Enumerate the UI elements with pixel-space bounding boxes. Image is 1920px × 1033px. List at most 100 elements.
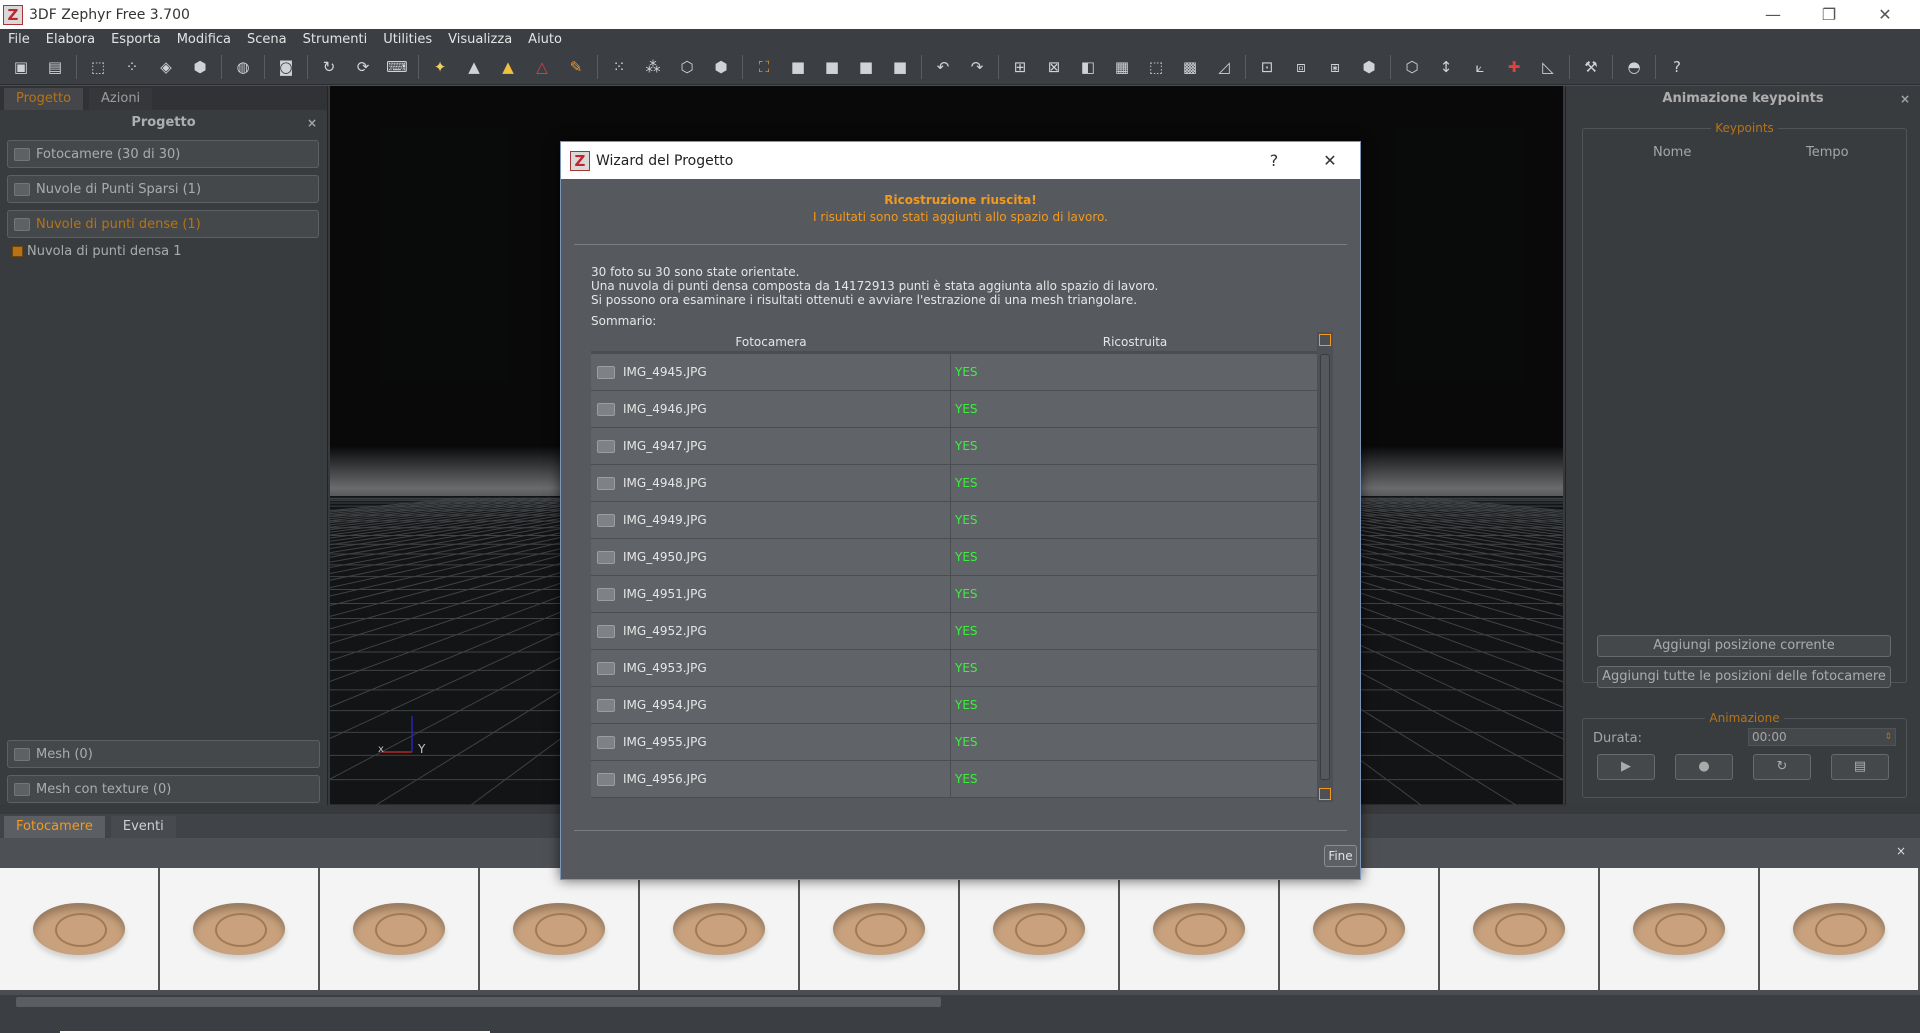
minimize-button[interactable]: — xyxy=(1750,0,1796,29)
select-points-icon[interactable]: ⁘ xyxy=(119,54,145,80)
points-icon[interactable]: ⁙ xyxy=(606,54,632,80)
tab-fotocamere[interactable]: Fotocamere xyxy=(4,816,105,838)
menu-esporta[interactable]: Esporta xyxy=(103,32,169,47)
mesh-icon[interactable]: ⬡ xyxy=(674,54,700,80)
triangle-red-icon[interactable]: △ xyxy=(529,54,555,80)
maximize-button[interactable]: ❐ xyxy=(1806,0,1852,29)
dialog-help-button[interactable]: ? xyxy=(1254,142,1294,179)
sel-area-icon[interactable]: ⬚ xyxy=(1143,54,1169,80)
camera-thumbnail[interactable] xyxy=(160,868,320,990)
close-window-button[interactable]: ✕ xyxy=(1862,0,1908,29)
col-camera[interactable]: Fotocamera xyxy=(591,332,951,351)
table-row[interactable]: IMG_4956.JPG YES xyxy=(591,761,1319,798)
table-scrollbar[interactable] xyxy=(1317,332,1333,802)
table-row[interactable]: IMG_4950.JPG YES xyxy=(591,539,1319,576)
table-row[interactable]: IMG_4953.JPG YES xyxy=(591,650,1319,687)
gizmo-icon[interactable]: ⟀ xyxy=(1467,54,1493,80)
menu-strumenti[interactable]: Strumenti xyxy=(295,32,376,47)
tool-c-icon[interactable]: ⧆ xyxy=(1322,54,1348,80)
camera-thumbnail[interactable] xyxy=(480,868,640,990)
camera-thumbnail[interactable] xyxy=(0,868,160,990)
menu-utilities[interactable]: Utilities xyxy=(375,32,440,47)
ruler-icon[interactable]: ◺ xyxy=(1535,54,1561,80)
new-project-icon[interactable]: ▣ xyxy=(8,54,34,80)
mesh-alt-icon[interactable]: ⬢ xyxy=(708,54,734,80)
camera-thumbnail[interactable] xyxy=(1120,868,1280,990)
scrollbar-thumb[interactable] xyxy=(1320,354,1330,780)
sel-rgb-icon[interactable]: ▦ xyxy=(1109,54,1135,80)
tool-b-icon[interactable]: ⧈ xyxy=(1288,54,1314,80)
rotate-icon[interactable]: ↻ xyxy=(316,54,342,80)
menu-file[interactable]: File xyxy=(0,32,38,47)
camera-thumbnail[interactable] xyxy=(1760,868,1920,990)
sel-remove-icon[interactable]: ⊠ xyxy=(1041,54,1067,80)
view-side-icon[interactable]: ■ xyxy=(819,54,845,80)
sel-add-icon[interactable]: ⊞ xyxy=(1007,54,1033,80)
table-row[interactable]: IMG_4947.JPG YES xyxy=(591,428,1319,465)
table-row[interactable]: IMG_4948.JPG YES xyxy=(591,465,1319,502)
scroll-up-icon[interactable] xyxy=(1319,334,1331,346)
help-icon[interactable]: ? xyxy=(1664,54,1690,80)
camera-icon xyxy=(597,735,615,749)
cube-solid-icon[interactable]: ⬢ xyxy=(187,54,213,80)
camera-thumbnail[interactable] xyxy=(320,868,480,990)
table-row[interactable]: IMG_4946.JPG YES xyxy=(591,391,1319,428)
sparse-cloud-icon[interactable]: ◍ xyxy=(230,54,256,80)
points-alt-icon[interactable]: ⁂ xyxy=(640,54,666,80)
col-reconstructed[interactable]: Ricostruita xyxy=(951,332,1319,351)
table-row[interactable]: IMG_4952.JPG YES xyxy=(591,613,1319,650)
thumbnail-scrollbar[interactable] xyxy=(0,995,1920,1009)
orbit-icon[interactable]: ⟳ xyxy=(350,54,376,80)
table-row[interactable]: IMG_4949.JPG YES xyxy=(591,502,1319,539)
menu-scena[interactable]: Scena xyxy=(239,32,295,47)
camera-thumbnail[interactable] xyxy=(960,868,1120,990)
camera-thumbnail[interactable] xyxy=(800,868,960,990)
sel-grid-icon[interactable]: ▩ xyxy=(1177,54,1203,80)
light-icon[interactable]: ✦ xyxy=(427,54,453,80)
scroll-down-icon[interactable] xyxy=(1319,788,1331,800)
cube-wire-icon[interactable]: ◈ xyxy=(153,54,179,80)
scrollbar-thumb[interactable] xyxy=(16,997,941,1007)
camera-thumbnail[interactable] xyxy=(640,868,800,990)
select-rect-icon[interactable]: ⬚ xyxy=(85,54,111,80)
wrench-icon[interactable]: ⚒ xyxy=(1578,54,1604,80)
mask-icon[interactable]: ◓ xyxy=(1621,54,1647,80)
table-row[interactable]: IMG_4954.JPG YES xyxy=(591,687,1319,724)
sel-invert-icon[interactable]: ◧ xyxy=(1075,54,1101,80)
brush-icon[interactable]: ✎ xyxy=(563,54,589,80)
axis-icon[interactable]: ↕ xyxy=(1433,54,1459,80)
undo-icon[interactable]: ↶ xyxy=(930,54,956,80)
view-iso-icon[interactable]: ■ xyxy=(887,54,913,80)
sel-poly-icon[interactable]: ◿ xyxy=(1211,54,1237,80)
camera-thumbnail[interactable] xyxy=(1280,868,1440,990)
redo-icon[interactable]: ↷ xyxy=(964,54,990,80)
bbox-icon[interactable]: ⛶ xyxy=(751,54,777,80)
camera-name: IMG_4952.JPG xyxy=(623,624,707,638)
gizmo-color-icon[interactable]: ✚ xyxy=(1501,54,1527,80)
table-row[interactable]: IMG_4955.JPG YES xyxy=(591,724,1319,761)
tool-d-icon[interactable]: ⬢ xyxy=(1356,54,1382,80)
menu-visualizza[interactable]: Visualizza xyxy=(440,32,520,47)
camera-name: IMG_4954.JPG xyxy=(623,698,707,712)
menu-aiuto[interactable]: Aiuto xyxy=(520,32,570,47)
camera-icon[interactable]: ◙ xyxy=(273,54,299,80)
camera-thumbnail[interactable] xyxy=(1440,868,1600,990)
close-icon[interactable]: × xyxy=(1896,844,1906,858)
triangle-icon[interactable]: ▲ xyxy=(461,54,487,80)
camera-thumbnail[interactable] xyxy=(1600,868,1760,990)
view-front-icon[interactable]: ■ xyxy=(785,54,811,80)
menu-modifica[interactable]: Modifica xyxy=(169,32,239,47)
tab-eventi[interactable]: Eventi xyxy=(110,816,176,838)
dialog-close-button[interactable]: ✕ xyxy=(1310,142,1350,179)
window-title: 3DF Zephyr Free 3.700 xyxy=(29,6,190,23)
tool-e-icon[interactable]: ⬡ xyxy=(1399,54,1425,80)
table-row[interactable]: IMG_4945.JPG YES xyxy=(591,354,1319,391)
view-top-icon[interactable]: ■ xyxy=(853,54,879,80)
wasd-icon[interactable]: ⌨ xyxy=(384,54,410,80)
menu-elabora[interactable]: Elabora xyxy=(38,32,103,47)
table-row[interactable]: IMG_4951.JPG YES xyxy=(591,576,1319,613)
tool-a-icon[interactable]: ⊡ xyxy=(1254,54,1280,80)
save-icon[interactable]: ▤ xyxy=(42,54,68,80)
triangle-color-icon[interactable]: ▲ xyxy=(495,54,521,80)
finish-button[interactable]: Fine xyxy=(1324,845,1357,867)
